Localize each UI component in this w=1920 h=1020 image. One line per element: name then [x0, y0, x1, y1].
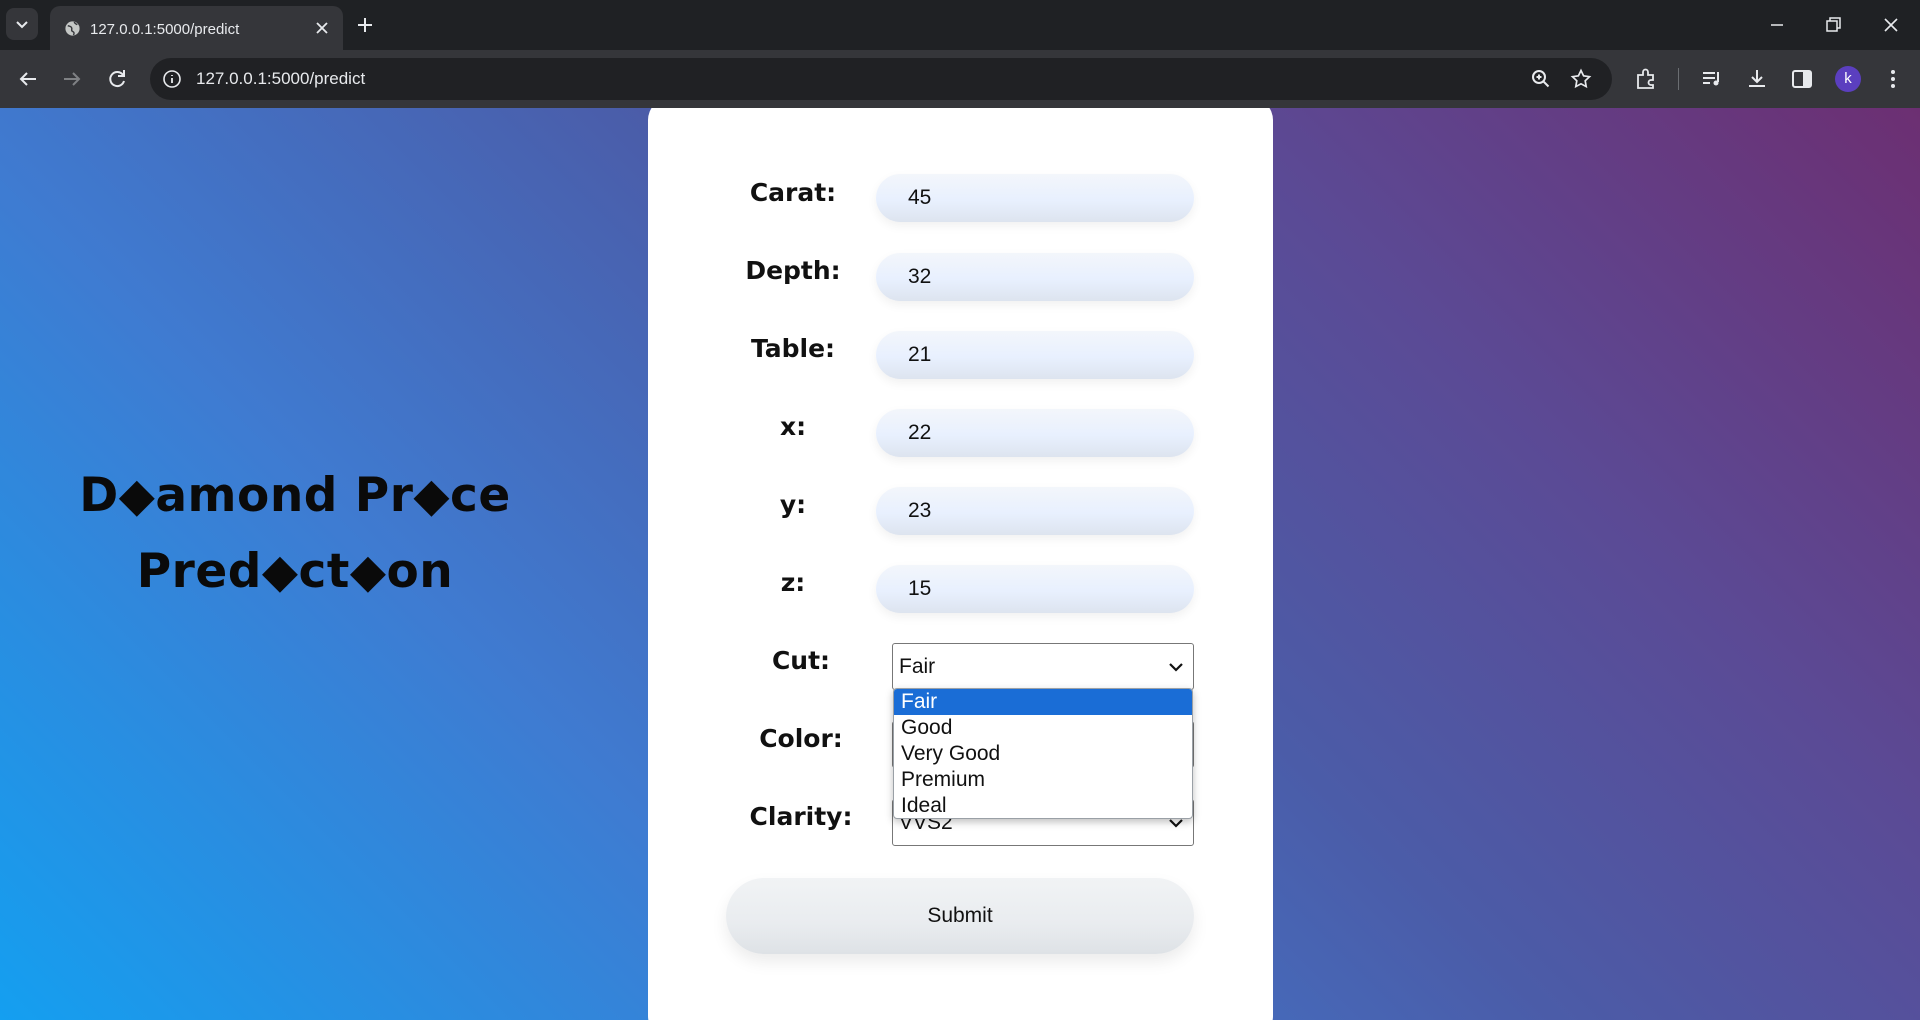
address-bar[interactable]: 127.0.0.1:5000/predict	[150, 58, 1612, 100]
color-label: Color:	[759, 724, 843, 753]
menu-dots-icon[interactable]	[1880, 66, 1906, 92]
title-line-1: D◆amond Pr◆ce	[79, 468, 511, 523]
side-panel-icon[interactable]	[1789, 66, 1815, 92]
reload-icon[interactable]	[103, 65, 131, 93]
browser-toolbar: 127.0.0.1:5000/predict k	[0, 50, 1920, 108]
close-icon[interactable]	[313, 19, 331, 37]
download-icon[interactable]	[1744, 66, 1770, 92]
page-viewport: D◆amond Pr◆ce Pred◆ct◆on Carat: Depth: T…	[0, 108, 1920, 1020]
cut-label: Cut:	[771, 646, 831, 675]
cut-option-very-good[interactable]: Very Good	[894, 741, 1192, 767]
back-arrow-icon[interactable]	[14, 65, 42, 93]
x-label: x:	[779, 412, 807, 441]
cut-dropdown-list: Fair Good Very Good Premium Ideal	[893, 688, 1193, 819]
chevron-down-icon	[1169, 663, 1183, 672]
zoom-icon[interactable]	[1530, 68, 1552, 90]
site-info-icon[interactable]	[162, 69, 182, 89]
bookmark-star-icon[interactable]	[1570, 68, 1592, 90]
carat-label: Carat:	[749, 178, 837, 207]
carat-input[interactable]	[876, 174, 1194, 222]
table-input[interactable]	[876, 331, 1194, 379]
cut-select[interactable]: Fair	[892, 643, 1194, 690]
chevron-down-icon	[16, 21, 28, 29]
cut-option-ideal[interactable]: Ideal	[894, 793, 1192, 818]
submit-button[interactable]: Submit	[726, 878, 1194, 954]
cut-option-fair[interactable]: Fair	[894, 689, 1192, 715]
tab-title: 127.0.0.1:5000/predict	[90, 21, 240, 38]
globe-icon	[65, 21, 80, 36]
z-label: z:	[780, 568, 806, 597]
cut-option-premium[interactable]: Premium	[894, 767, 1192, 793]
extensions-icon[interactable]	[1633, 66, 1659, 92]
restore-icon[interactable]	[1820, 12, 1846, 38]
title-line-2: Pred◆ct◆on	[136, 544, 454, 599]
media-control-icon[interactable]	[1699, 66, 1725, 92]
depth-label: Depth:	[745, 256, 841, 285]
forward-arrow-icon[interactable]	[58, 65, 86, 93]
toolbar-divider	[1678, 68, 1679, 90]
cut-option-good[interactable]: Good	[894, 715, 1192, 741]
url-text: 127.0.0.1:5000/predict	[196, 69, 366, 88]
clarity-label: Clarity:	[749, 802, 853, 831]
new-tab-icon[interactable]	[353, 13, 377, 37]
cut-selected-value: Fair	[899, 655, 936, 678]
page-title: D◆amond Pr◆ce Pred◆ct◆on	[40, 458, 550, 610]
tab-search-button[interactable]	[6, 8, 38, 40]
x-input[interactable]	[876, 409, 1194, 457]
browser-tab[interactable]: 127.0.0.1:5000/predict	[50, 6, 343, 50]
y-input[interactable]	[876, 487, 1194, 535]
profile-avatar[interactable]: k	[1835, 66, 1861, 92]
z-input[interactable]	[876, 565, 1194, 613]
tab-strip: 127.0.0.1:5000/predict	[0, 0, 1920, 50]
depth-input[interactable]	[876, 253, 1194, 301]
window-close-icon[interactable]	[1878, 12, 1904, 38]
table-label: Table:	[750, 334, 836, 363]
minimize-icon[interactable]	[1764, 12, 1790, 38]
y-label: y:	[779, 490, 807, 519]
